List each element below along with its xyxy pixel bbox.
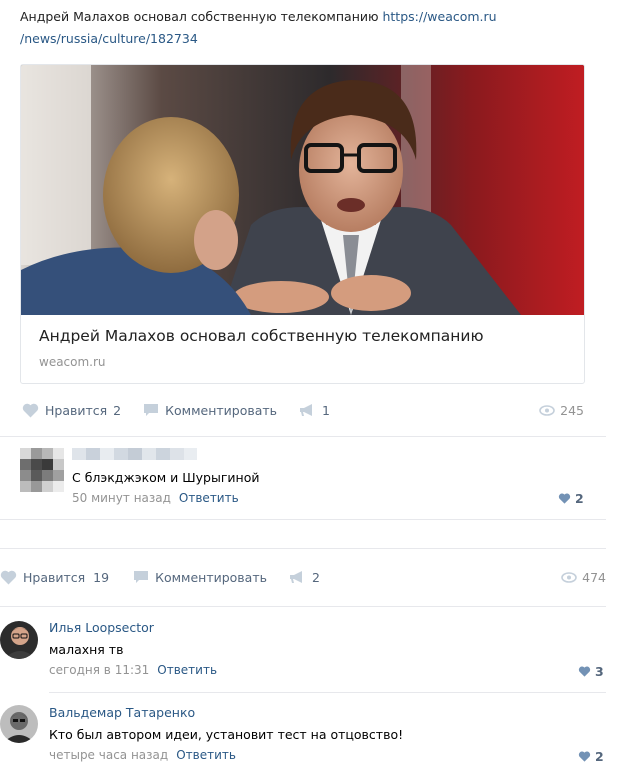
reply-button[interactable]: Ответить xyxy=(157,663,217,677)
avatar-image xyxy=(0,621,38,659)
like-label: Нравится xyxy=(23,569,86,585)
post2-like-button[interactable]: Нравится 19 xyxy=(0,570,109,585)
link-preview-card[interactable]: Андрей Малахов основал собственную телек… xyxy=(20,64,585,384)
comment-text: С блэкджэком и Шурыгиной xyxy=(72,470,260,485)
divider xyxy=(0,519,606,520)
comment-avatar-pixelated[interactable] xyxy=(20,448,64,492)
avatar[interactable] xyxy=(0,621,38,659)
comment-like-count: 2 xyxy=(595,749,604,764)
link-preview-title[interactable]: Андрей Малахов основал собственную телек… xyxy=(39,327,484,345)
post2-comment-button[interactable]: Комментировать xyxy=(133,570,267,585)
comment-time[interactable]: сегодня в 11:31 xyxy=(49,663,149,677)
post2-actions-bar: Нравится 19 Комментировать 2 474 xyxy=(0,566,606,588)
comment-label: Комментировать xyxy=(165,402,278,418)
heart-icon xyxy=(578,751,591,762)
comment-like-count: 3 xyxy=(595,664,604,679)
avatar-image xyxy=(20,448,64,492)
like-label: Нравится xyxy=(45,402,108,418)
megaphone-icon xyxy=(290,571,302,583)
comment-author-blurred[interactable] xyxy=(72,446,197,462)
comment-author[interactable]: Илья Loopsector xyxy=(49,620,154,635)
link-preview-domain: weacom.ru xyxy=(39,355,106,369)
views-count: 474 xyxy=(582,569,606,585)
eye-icon xyxy=(539,404,555,416)
blurred-name xyxy=(72,448,197,460)
reply-button[interactable]: Ответить xyxy=(176,748,236,762)
comment-like-button[interactable]: 2 xyxy=(578,749,604,764)
post2-share-button[interactable]: 2 xyxy=(289,570,320,585)
comment-label: Комментировать xyxy=(155,569,267,585)
comment-text: Кто был автором идеи, установит тест на … xyxy=(49,727,404,742)
post-text: Андрей Малахов основал собственную телек… xyxy=(20,6,590,50)
post1-comment-button[interactable]: Комментировать xyxy=(143,403,277,418)
post1-share-button[interactable]: 1 xyxy=(299,403,330,418)
divider xyxy=(0,606,606,607)
post-text-body: Андрей Малахов основал собственную телек… xyxy=(20,9,383,24)
post1-actions-bar: Нравится 2 Комментировать 1 245 xyxy=(22,399,584,421)
like-count: 19 xyxy=(93,569,110,585)
like-count: 2 xyxy=(113,402,122,418)
link-preview-photo[interactable] xyxy=(21,65,584,315)
divider xyxy=(49,692,606,693)
avatar-image xyxy=(0,705,38,743)
photo-image xyxy=(21,65,584,315)
share-count: 2 xyxy=(312,569,320,585)
views-count: 245 xyxy=(560,402,584,418)
post-link[interactable]: https://weacom.ru xyxy=(382,9,496,24)
comment-time[interactable]: четыре часа назад xyxy=(49,748,168,762)
comment-icon xyxy=(144,404,159,416)
comment-meta: 50 минут назад Ответить xyxy=(72,491,239,505)
post1-views: 245 xyxy=(539,403,584,418)
divider xyxy=(0,548,606,549)
comment-meta: четыре часа назад Ответить xyxy=(49,748,236,762)
heart-icon xyxy=(578,666,591,677)
post2-views: 474 xyxy=(561,570,606,585)
divider xyxy=(0,436,606,437)
heart-icon xyxy=(558,493,571,504)
share-count: 1 xyxy=(322,402,330,418)
post1-like-button[interactable]: Нравится 2 xyxy=(22,403,121,418)
comment-icon xyxy=(134,571,149,583)
post-link-path[interactable]: /news/russia/culture/182734 xyxy=(20,31,198,46)
reply-button[interactable]: Ответить xyxy=(179,491,239,505)
comment-text: малахня тв xyxy=(49,642,124,657)
comment-author[interactable]: Вальдемар Татаренко xyxy=(49,705,195,720)
heart-icon xyxy=(0,570,17,584)
comment-like-count: 2 xyxy=(575,491,584,506)
comment-meta: сегодня в 11:31 Ответить xyxy=(49,663,217,677)
heart-icon xyxy=(22,403,39,417)
comment-time[interactable]: 50 минут назад xyxy=(72,491,171,505)
comment-like-button[interactable]: 2 xyxy=(558,491,584,506)
avatar[interactable] xyxy=(0,705,38,743)
eye-icon xyxy=(561,571,577,583)
comment-like-button[interactable]: 3 xyxy=(578,664,604,679)
megaphone-icon xyxy=(300,404,313,416)
